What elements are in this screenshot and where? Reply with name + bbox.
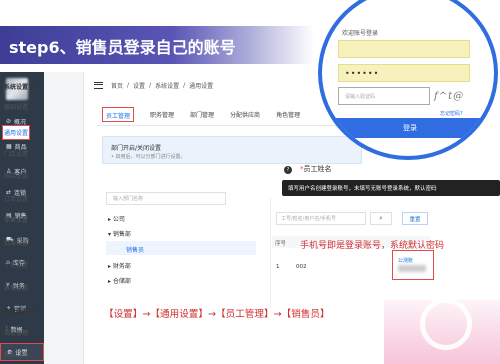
account-link[interactable]: 公测账 bbox=[398, 257, 413, 264]
crumb-settings[interactable]: 设置 bbox=[133, 81, 145, 90]
subnav-item-1[interactable]: 通用设置 bbox=[2, 125, 31, 140]
step-banner: step6、销售员登录自己的账号 bbox=[0, 26, 314, 64]
tab-department-management[interactable]: 部门管理 bbox=[190, 106, 214, 125]
subnav-item-7[interactable]: 个性设置 bbox=[4, 260, 28, 269]
subnav-item-0[interactable]: 基础设置 bbox=[4, 102, 28, 111]
subnav-item-messages[interactable]: 消息管理 bbox=[4, 328, 28, 337]
subnav-item-2[interactable]: 门店设置 bbox=[4, 149, 28, 158]
crumb-sep: / bbox=[183, 81, 186, 89]
reset-button[interactable]: 重置 bbox=[402, 212, 428, 225]
subnav-item-4[interactable]: 订单设置 bbox=[4, 194, 28, 203]
banner-title: step6、销售员登录自己的账号 bbox=[9, 38, 236, 57]
info-subtitle: • 启用后，可以分部门进行设置。 bbox=[111, 154, 186, 160]
gauge-icon: ⊘ bbox=[6, 117, 12, 125]
hamburger-menu-icon[interactable] bbox=[94, 81, 103, 89]
blurred-account bbox=[398, 265, 426, 272]
captcha-image[interactable]: f^t@ bbox=[434, 87, 474, 105]
info-title: 部门开启/关闭设置 bbox=[111, 145, 162, 152]
captcha-input[interactable]: 请输入验证码 bbox=[338, 87, 430, 105]
employee-name-text: 员工姓名 bbox=[303, 165, 332, 173]
tab-position-management[interactable]: 职务管理 bbox=[150, 106, 174, 125]
password-field[interactable]: •••••• bbox=[338, 64, 470, 82]
crumb-sep: / bbox=[149, 81, 152, 89]
department-search-input[interactable]: 输入部门名称 bbox=[106, 192, 226, 205]
employee-name-label: *员工姓名 bbox=[300, 164, 380, 178]
employee-search-input[interactable]: 工号/姓名/用户名/手机号 bbox=[276, 212, 366, 225]
account-tooltip: 填写用户名创建登录账号，未填写无账号登录系统，默认密码 bbox=[282, 180, 500, 196]
search-icon[interactable]: ⌕ bbox=[370, 212, 392, 225]
subnav-item-6[interactable]: 批发设置 bbox=[4, 238, 28, 247]
crumb-system-settings[interactable]: 系统设置 bbox=[155, 81, 179, 90]
tree-node-sales-dept[interactable]: ▾ 销售部 bbox=[108, 229, 131, 238]
subnav-group-system-service[interactable]: 系统服务 ∨ bbox=[4, 306, 35, 315]
decorative-ring bbox=[420, 298, 472, 350]
username-field[interactable] bbox=[338, 40, 470, 58]
cell-row-no: 1 bbox=[276, 264, 280, 270]
forgot-password-link[interactable]: 忘记密码? bbox=[440, 110, 463, 117]
tree-node-finance-dept[interactable]: ▸ 财务部 bbox=[108, 261, 131, 270]
cell-employee-id: 002 bbox=[296, 264, 307, 270]
subnav-item-5[interactable]: 零售设置 bbox=[4, 215, 28, 224]
tree-node-company[interactable]: ▸ 公司 bbox=[108, 214, 125, 223]
tab-assign-supplier[interactable]: 分配供应商 bbox=[230, 106, 260, 125]
login-button[interactable]: 登录 bbox=[332, 118, 488, 138]
tab-role-management[interactable]: 角色管理 bbox=[276, 106, 300, 125]
help-icon[interactable]: ? bbox=[284, 166, 292, 174]
department-info-box: 部门开启/关闭设置 • 启用后，可以分部门进行设置。 bbox=[102, 136, 362, 164]
login-title: 欢迎账号登录 bbox=[342, 30, 379, 37]
login-zoom-circle: 欢迎账号登录 •••••• 请输入验证码 f^t@ 忘记密码? 登录 bbox=[318, 0, 498, 160]
tab-employee-management[interactable]: 员工管理 bbox=[102, 107, 135, 122]
crumb-sep: / bbox=[127, 81, 130, 89]
crumb-home[interactable]: 首页 bbox=[111, 81, 123, 90]
col-no: 序号 bbox=[275, 241, 287, 247]
tree-node-salesperson[interactable]: 销售员 bbox=[126, 245, 144, 254]
subnav-group-system-settings[interactable]: 系统设置 ∨ bbox=[4, 82, 35, 91]
subnav-item-my-orders[interactable]: 我的订购 bbox=[4, 350, 28, 359]
crumb-general-settings: 通用设置 bbox=[189, 82, 214, 90]
settings-subnav bbox=[44, 72, 84, 364]
navigation-path-caption: 【设置】→【通用设置】→【员工管理】→【销售员】 bbox=[104, 309, 330, 320]
login-account-cell: 公测账 bbox=[392, 250, 434, 280]
subnav-item-8[interactable]: 其他设置 bbox=[4, 283, 28, 292]
subnav-item-3[interactable]: 网店设置 bbox=[4, 171, 28, 180]
tree-node-warehouse-dept[interactable]: ▸ 仓储部 bbox=[108, 276, 131, 285]
